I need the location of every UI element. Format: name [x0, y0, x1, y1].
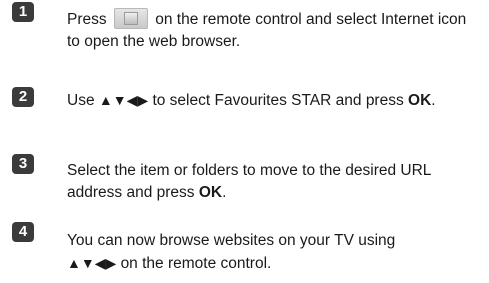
step-text-after: on the remote control.: [120, 255, 272, 272]
arrow-keys-icon: ▲▼◀▶: [98, 92, 149, 108]
step-text-before: Use: [67, 92, 95, 109]
step-text-after: .: [431, 92, 436, 109]
step-text: You can now browse websites on your TV u…: [67, 230, 477, 275]
step-number-badge: 4: [12, 222, 34, 242]
step-text-after: .: [222, 184, 227, 201]
step-text-before: You can now browse websites on your TV u…: [67, 232, 396, 249]
step-text-bold: OK: [408, 92, 432, 109]
step-number-badge: 1: [12, 2, 34, 22]
step-text-middle: to select Favourites STAR and press: [152, 92, 404, 109]
step-number-badge: 3: [12, 154, 34, 174]
arrow-keys-icon: ▲▼◀▶: [67, 255, 117, 271]
step-text-before: Press: [67, 11, 107, 28]
step-text: Press on the remote control and select I…: [67, 7, 477, 53]
step-text: Use ▲▼◀▶ to select Favourites STAR and p…: [67, 89, 477, 112]
step-text-before: Select the item or folders to move to th…: [67, 162, 431, 201]
step-text-bold: OK: [198, 184, 223, 201]
step-text: Select the item or folders to move to th…: [67, 160, 477, 204]
step-number-badge: 2: [12, 87, 34, 107]
remote-home-button-icon: [113, 7, 148, 29]
